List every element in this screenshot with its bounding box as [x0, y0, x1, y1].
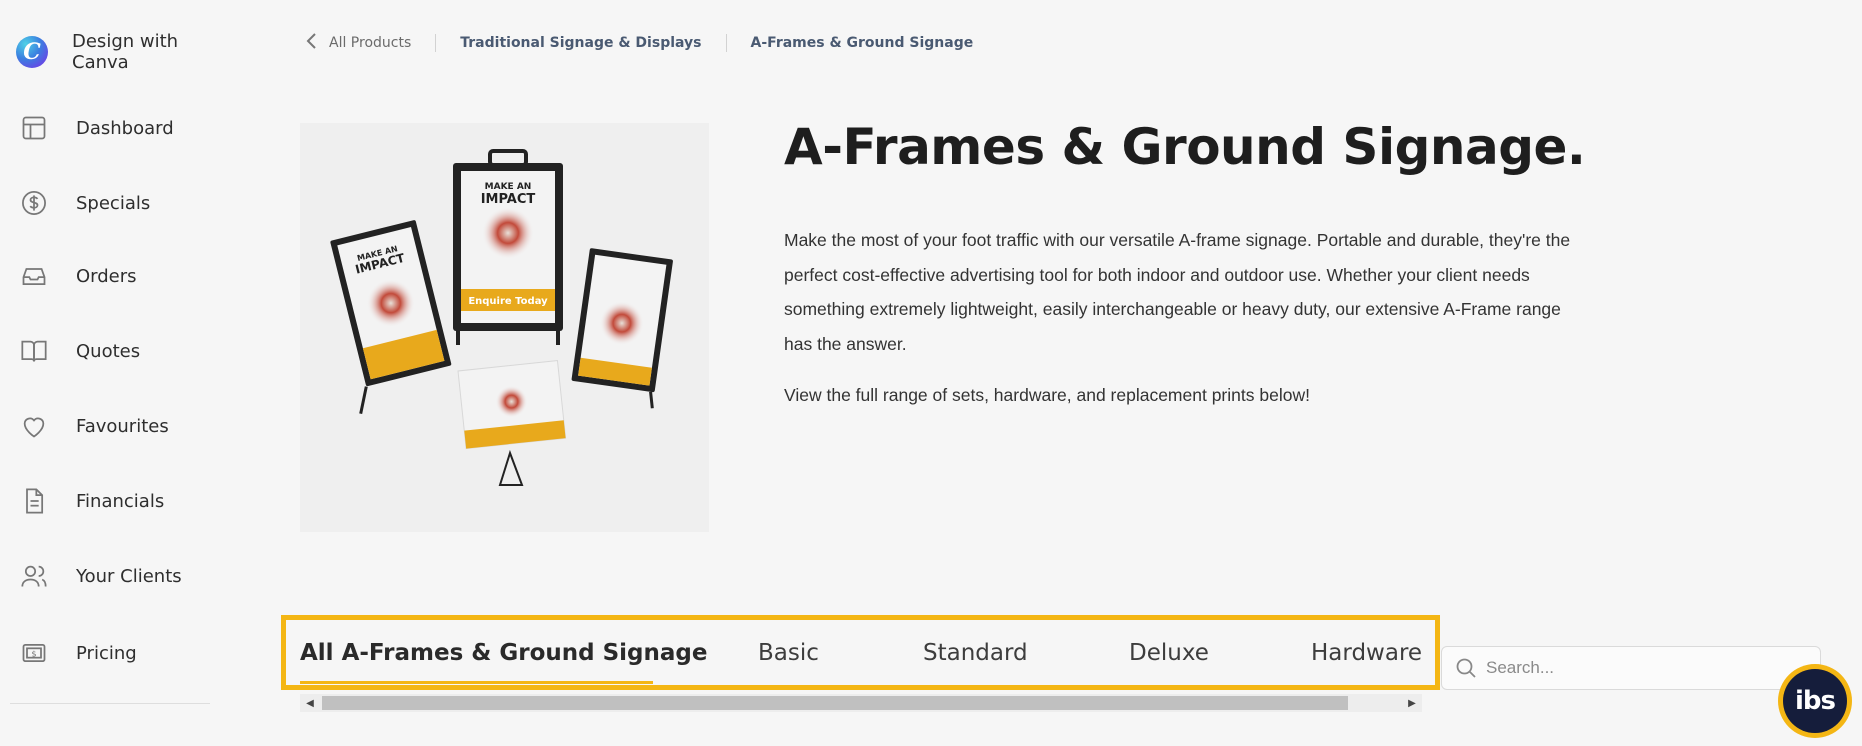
page-title: A-Frames & Ground Signage. — [784, 118, 1586, 176]
sidebar-item-favourites[interactable]: Favourites — [16, 406, 169, 446]
product-image: MAKE AN IMPACT MAKE AN IMPACT Enquire To… — [300, 123, 709, 532]
page-cta-text: View the full range of sets, hardware, a… — [784, 385, 1310, 405]
sidebar-item-label: Dashboard — [76, 117, 174, 139]
sidebar-item-label: Favourites — [76, 415, 169, 437]
sidebar-item-your-clients[interactable]: Your Clients — [16, 556, 182, 596]
sidebar-item-pricing[interactable]: $ Pricing — [16, 633, 137, 673]
sidebar-item-financials[interactable]: Financials — [16, 481, 164, 521]
tab-deluxe[interactable]: Deluxe — [1129, 640, 1209, 666]
breadcrumb-traditional-signage[interactable]: Traditional Signage & Displays — [460, 35, 701, 51]
ibs-chat-badge[interactable]: ibs — [1778, 664, 1852, 738]
search-icon — [1454, 656, 1478, 680]
chevron-left-icon[interactable] — [305, 32, 321, 54]
sidebar-item-orders[interactable]: Orders — [16, 256, 137, 296]
tab-basic[interactable]: Basic — [758, 640, 819, 666]
dollar-circle-icon — [16, 185, 52, 221]
sidebar-item-label: Design with Canva — [72, 31, 179, 73]
scroll-left-arrow-icon[interactable]: ◀ — [302, 694, 318, 712]
sidebar-item-label: Financials — [76, 490, 165, 512]
inbox-icon — [16, 258, 52, 294]
breadcrumb-divider — [435, 34, 437, 52]
dashboard-icon — [16, 110, 52, 146]
page-description: Make the most of your foot traffic with … — [784, 230, 1571, 354]
sidebar-item-dashboard[interactable]: Dashboard — [16, 108, 174, 148]
ibs-logo: ibs — [1783, 669, 1847, 733]
scroll-right-arrow-icon[interactable]: ▶ — [1404, 694, 1420, 712]
sidebar-item-specials[interactable]: Specials — [16, 183, 150, 223]
sidebar-item-label: Orders — [76, 265, 137, 287]
sign-headline-1: MAKE AN — [485, 182, 532, 192]
svg-text:$: $ — [31, 648, 36, 658]
sidebar-item-quotes[interactable]: Quotes — [16, 331, 140, 371]
sidebar-item-label: Specials — [76, 192, 151, 214]
tabs-scrollbar[interactable]: ◀ ▶ — [300, 694, 1422, 712]
breadcrumb-divider — [725, 34, 727, 52]
breadcrumb-current: A-Frames & Ground Signage — [750, 35, 974, 51]
breadcrumb: All Products Traditional Signage & Displ… — [305, 32, 973, 54]
sidebar-item-label: Your Clients — [76, 565, 182, 587]
search-input[interactable] — [1486, 658, 1786, 678]
heart-icon — [16, 408, 52, 444]
tab-hardware[interactable]: Hardware — [1311, 640, 1422, 666]
canva-logo-icon: C — [16, 34, 48, 70]
sidebar: C Design with Canva Dashboard Specials O… — [0, 0, 212, 746]
active-tab-indicator — [300, 681, 653, 684]
sidebar-item-label: Pricing — [76, 642, 137, 664]
sidebar-item-design-with-canva[interactable]: C Design with Canva — [16, 31, 212, 73]
users-icon — [16, 558, 52, 594]
sidebar-item-label: Quotes — [76, 340, 141, 362]
banknote-icon: $ — [16, 635, 52, 671]
search-box — [1441, 646, 1821, 690]
document-icon — [16, 483, 52, 519]
breadcrumb-all-products[interactable]: All Products — [329, 35, 411, 51]
sign-headline-2: IMPACT — [481, 192, 536, 207]
scrollbar-thumb[interactable] — [322, 696, 1348, 710]
tab-all-a-frames[interactable]: All A-Frames & Ground Signage — [300, 640, 707, 666]
sign-banner: Enquire Today — [468, 296, 548, 307]
tab-standard[interactable]: Standard — [923, 640, 1028, 666]
book-icon — [16, 333, 52, 369]
sidebar-divider — [10, 703, 210, 704]
